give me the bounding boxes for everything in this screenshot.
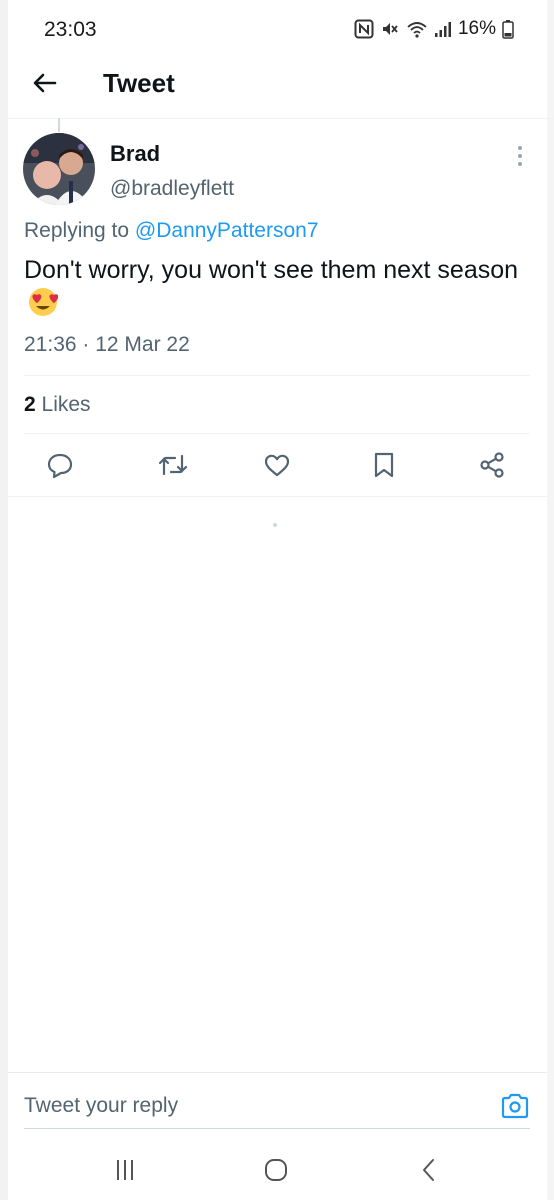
app-header: Tweet bbox=[0, 60, 554, 119]
author-name[interactable]: Brad bbox=[110, 141, 160, 167]
battery-icon bbox=[502, 19, 514, 39]
status-bar: 23:03 16% bbox=[0, 0, 554, 60]
tweet-actions bbox=[0, 446, 554, 486]
replying-to-label: Replying to bbox=[24, 219, 130, 242]
tweet-body: Don't worry, you won't see them next sea… bbox=[24, 256, 519, 284]
reply-bar-border bbox=[8, 1072, 547, 1073]
loading-indicator bbox=[273, 523, 277, 527]
actions-divider bbox=[8, 496, 547, 497]
tweet-text: Don't worry, you won't see them next sea… bbox=[24, 253, 524, 326]
recent-apps-icon[interactable] bbox=[110, 1156, 140, 1184]
system-nav-bar bbox=[0, 1140, 554, 1200]
likes-count: 2 bbox=[24, 393, 36, 416]
reply-context: Replying to @DannyPatterson7 bbox=[24, 219, 319, 243]
signal-icon bbox=[434, 19, 452, 39]
reply-bar bbox=[0, 1072, 554, 1132]
tweet-timestamp: 21:36 · 12 Mar 22 bbox=[24, 333, 190, 356]
author-handle[interactable]: @bradleyflett bbox=[110, 177, 234, 201]
reply-input-underline bbox=[24, 1128, 530, 1129]
battery-percent: 16% bbox=[457, 18, 496, 39]
like-icon[interactable] bbox=[262, 450, 292, 480]
likes-row[interactable]: 2 Likes bbox=[24, 393, 91, 417]
reply-input[interactable] bbox=[24, 1086, 484, 1126]
page-right-edge bbox=[547, 0, 554, 1200]
bookmark-icon[interactable] bbox=[369, 450, 399, 480]
avatar[interactable] bbox=[23, 133, 95, 205]
page-left-edge bbox=[0, 0, 8, 1200]
share-icon[interactable] bbox=[477, 450, 507, 480]
more-options-icon[interactable] bbox=[510, 143, 530, 169]
replying-to-mention[interactable]: @DannyPatterson7 bbox=[135, 219, 319, 242]
home-icon[interactable] bbox=[261, 1156, 291, 1184]
likes-label: Likes bbox=[41, 393, 91, 416]
mute-icon bbox=[380, 19, 400, 39]
page-title: Tweet bbox=[103, 68, 175, 98]
nfc-icon bbox=[354, 19, 374, 39]
status-time: 23:03 bbox=[44, 18, 97, 41]
likes-divider bbox=[24, 433, 530, 434]
retweet-icon[interactable] bbox=[158, 450, 188, 480]
wifi-icon bbox=[406, 19, 428, 39]
heart-eyes-emoji-icon bbox=[28, 287, 59, 326]
status-icons: 16% bbox=[354, 18, 514, 40]
back-icon[interactable] bbox=[414, 1156, 444, 1184]
reply-icon[interactable] bbox=[45, 450, 75, 480]
thread-line bbox=[58, 118, 60, 132]
arrow-left-icon[interactable] bbox=[30, 68, 60, 98]
camera-icon[interactable] bbox=[500, 1092, 530, 1120]
meta-divider bbox=[24, 375, 530, 376]
